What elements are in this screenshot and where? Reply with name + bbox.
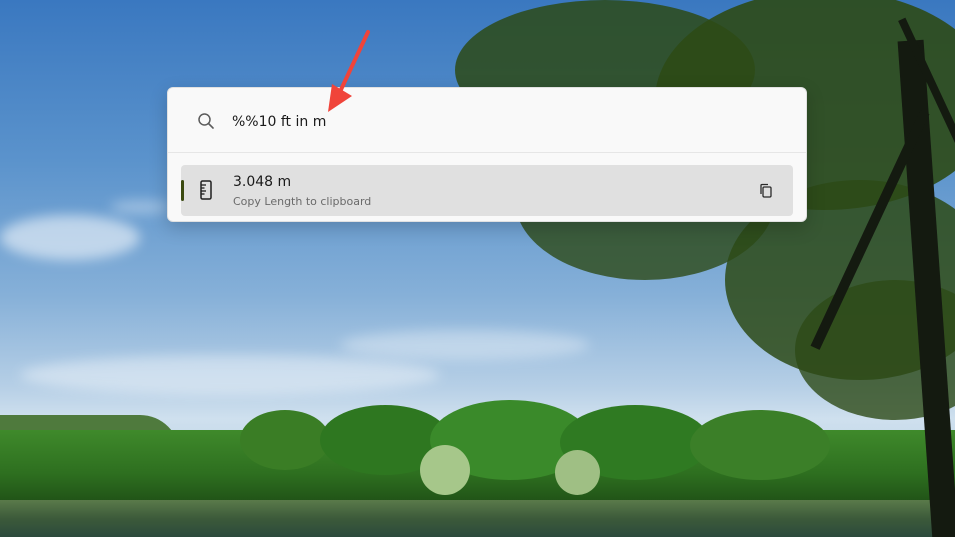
result-title: 3.048 m <box>233 174 292 190</box>
desktop-wallpaper <box>0 0 955 537</box>
search-input[interactable] <box>232 109 752 135</box>
divider <box>168 152 806 153</box>
tree <box>240 410 330 470</box>
result-subtitle: Copy Length to clipboard <box>233 195 372 208</box>
cloud <box>20 355 440 395</box>
cloud <box>110 200 170 214</box>
foreground-tree <box>395 0 955 537</box>
result-item[interactable]: 3.048 m Copy Length to clipboard <box>181 165 793 216</box>
copy-icon[interactable] <box>756 181 776 201</box>
selection-indicator <box>181 180 184 201</box>
search-bar <box>168 88 806 152</box>
annotation-arrow <box>328 30 370 112</box>
ruler-icon <box>200 180 212 200</box>
run-launcher-window: 3.048 m Copy Length to clipboard <box>167 87 807 222</box>
cloud <box>0 215 140 260</box>
search-icon <box>198 113 214 129</box>
